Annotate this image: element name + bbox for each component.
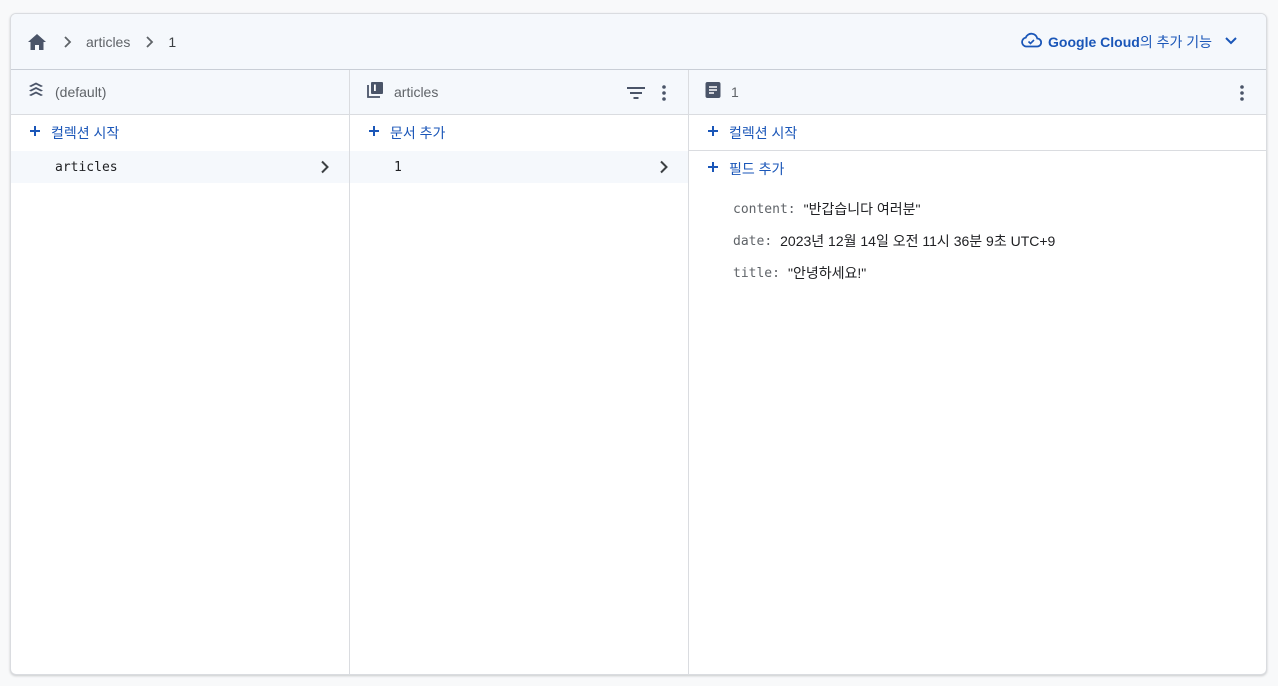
document-icon bbox=[705, 81, 721, 104]
more-vert-icon[interactable] bbox=[654, 81, 674, 105]
plus-icon bbox=[29, 124, 41, 142]
document-column-title: 1 bbox=[731, 84, 739, 100]
start-subcollection-label: 컬렉션 시작 bbox=[729, 124, 798, 141]
field-list: content: "반갑습니다 여러분" date: 2023년 12월 14일… bbox=[689, 187, 1266, 289]
chevron-right-icon bbox=[56, 30, 80, 54]
collection-column: articles 문서 추가 1 bbox=[350, 70, 689, 674]
collection-column-header: articles bbox=[350, 70, 688, 115]
breadcrumb: articles 1 bbox=[11, 14, 176, 69]
chevron-right-icon bbox=[313, 155, 337, 179]
field-row-content[interactable]: content: "반갑습니다 여러분" bbox=[733, 193, 1266, 225]
google-cloud-brand: Google Cloud bbox=[1048, 34, 1140, 50]
document-column: 1 컬렉션 시작 필드 추가 content: "반갑습니다 여러분" dat… bbox=[689, 70, 1266, 674]
more-vert-icon[interactable] bbox=[1232, 81, 1252, 105]
add-field-label: 필드 추가 bbox=[729, 161, 785, 177]
breadcrumb-item-articles[interactable]: articles bbox=[86, 34, 130, 50]
add-document-button[interactable]: 문서 추가 bbox=[350, 115, 688, 151]
filter-icon[interactable] bbox=[626, 81, 646, 105]
plus-icon bbox=[707, 124, 719, 142]
collection-icon bbox=[366, 81, 384, 104]
field-value: 2023년 12월 14일 오전 11시 36분 9초 UTC+9 bbox=[780, 233, 1056, 249]
field-key: title bbox=[733, 265, 773, 281]
database-stack-icon bbox=[27, 81, 45, 104]
field-key: date bbox=[733, 233, 765, 249]
root-column: (default) 컬렉션 시작 articles bbox=[11, 70, 350, 674]
collection-name: articles bbox=[55, 159, 118, 175]
breadcrumb-item-document[interactable]: 1 bbox=[168, 34, 176, 50]
home-icon[interactable] bbox=[26, 31, 48, 53]
collection-list-item[interactable]: articles bbox=[11, 151, 349, 183]
field-row-title[interactable]: title: "안녕하세요!" bbox=[733, 257, 1266, 289]
chevron-right-icon bbox=[138, 30, 162, 54]
start-subcollection-button[interactable]: 컬렉션 시작 bbox=[689, 115, 1266, 151]
chevron-right-icon bbox=[652, 155, 676, 179]
chevron-down-icon[interactable] bbox=[1224, 33, 1238, 51]
document-id: 1 bbox=[394, 159, 402, 175]
field-key: content bbox=[733, 201, 788, 217]
cloud-icon bbox=[1020, 32, 1043, 53]
add-field-button[interactable]: 필드 추가 bbox=[689, 151, 1266, 187]
google-cloud-extensions-button[interactable]: Google Cloud의 추가 기능 bbox=[1020, 14, 1238, 70]
data-columns: (default) 컬렉션 시작 articles articles 문서 추가… bbox=[11, 70, 1266, 674]
root-column-title: (default) bbox=[55, 84, 107, 100]
breadcrumb-bar: articles 1 Google Cloud의 추가 기능 bbox=[11, 14, 1266, 70]
plus-icon bbox=[368, 124, 380, 142]
add-document-label: 문서 추가 bbox=[390, 125, 446, 141]
start-collection-button[interactable]: 컬렉션 시작 bbox=[11, 115, 349, 151]
google-cloud-suffix: 의 추가 기능 bbox=[1139, 34, 1212, 50]
field-row-date[interactable]: date: 2023년 12월 14일 오전 11시 36분 9초 UTC+9 bbox=[733, 225, 1266, 257]
field-value: "반갑습니다 여러분" bbox=[803, 201, 921, 217]
document-column-header: 1 bbox=[689, 70, 1266, 115]
collection-column-title: articles bbox=[394, 84, 439, 100]
firestore-data-panel: articles 1 Google Cloud의 추가 기능 (default) bbox=[10, 13, 1267, 675]
start-collection-label: 컬렉션 시작 bbox=[51, 125, 120, 141]
plus-icon bbox=[707, 160, 719, 178]
field-value: "안녕하세요!" bbox=[787, 265, 867, 281]
document-list-item[interactable]: 1 bbox=[350, 151, 688, 183]
root-column-header: (default) bbox=[11, 70, 349, 115]
